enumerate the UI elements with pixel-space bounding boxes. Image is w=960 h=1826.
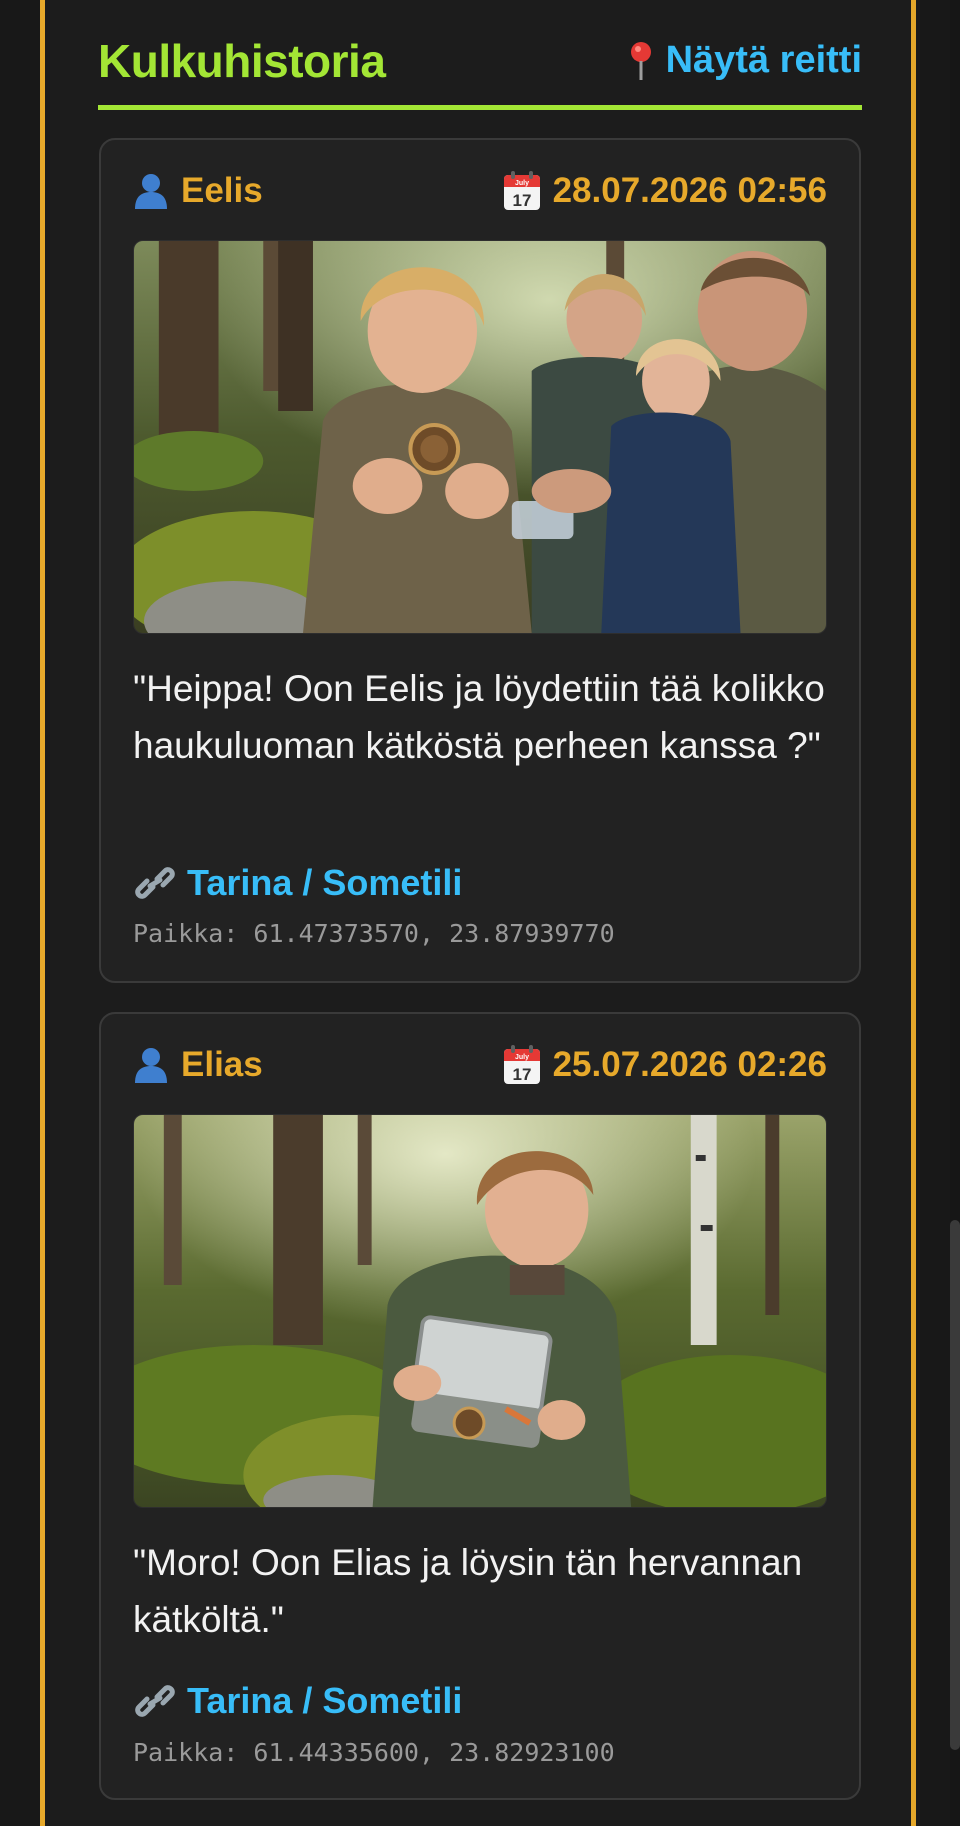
entry-quote: "Moro! Oon Elias ja löysin tän hervannan… bbox=[133, 1542, 803, 1640]
history-entry-card: Elias July 17 25.07.2026 02:26 "Moro! Oo… bbox=[99, 1012, 861, 1800]
entry-date: July 17 28.07.2026 02:56 bbox=[503, 171, 827, 211]
history-header: Kulkuhistoria Näytä reitti bbox=[98, 30, 862, 110]
show-route-label: Näytä reitti bbox=[665, 39, 862, 81]
entry-location: Paikka: 61.44335600, 23.82923100 bbox=[133, 1738, 615, 1767]
story-link-label: Tarina / Sometili bbox=[187, 1680, 463, 1721]
scrollbar-thumb[interactable] bbox=[950, 1220, 960, 1750]
user-icon bbox=[135, 174, 167, 209]
svg-text:July: July bbox=[515, 1054, 529, 1061]
link-icon bbox=[135, 1685, 175, 1717]
entry-photo bbox=[133, 240, 827, 634]
entry-quote: "Heippa! Oon Eelis ja löydettiin tää kol… bbox=[133, 668, 825, 766]
entry-user: Eelis bbox=[133, 171, 263, 211]
svg-text:July: July bbox=[515, 180, 529, 187]
page: Kulkuhistoria Näytä reitti Eelis July 17… bbox=[0, 0, 960, 1826]
link-icon bbox=[135, 867, 175, 899]
left-margin bbox=[0, 0, 40, 1826]
page-title: Kulkuhistoria bbox=[98, 34, 386, 87]
map-pin-icon bbox=[630, 41, 651, 80]
story-link[interactable]: Tarina / Sometili bbox=[133, 1680, 462, 1722]
scrollbar[interactable] bbox=[950, 0, 960, 1826]
entry-date-text: 28.07.2026 02:56 bbox=[552, 171, 827, 210]
entry-date: July 17 25.07.2026 02:26 bbox=[503, 1045, 827, 1085]
svg-text:17: 17 bbox=[512, 191, 531, 210]
entry-user-name: Eelis bbox=[181, 171, 263, 210]
entry-header: Elias July 17 25.07.2026 02:26 bbox=[133, 1040, 827, 1090]
entry-user: Elias bbox=[133, 1045, 263, 1085]
show-route-link[interactable]: Näytä reitti bbox=[628, 39, 862, 82]
entry-header: Eelis July 17 28.07.2026 02:56 bbox=[133, 166, 827, 216]
entry-user-name: Elias bbox=[181, 1045, 263, 1084]
history-entry-card: Eelis July 17 28.07.2026 02:56 "Heippa! … bbox=[99, 138, 861, 983]
boy-forest-geocache-tin-photo bbox=[134, 1115, 826, 1507]
calendar-icon: July 17 bbox=[503, 171, 540, 210]
story-link-label: Tarina / Sometili bbox=[187, 862, 463, 903]
entry-location: Paikka: 61.47373570, 23.87939770 bbox=[133, 919, 615, 948]
family-forest-geocoin-photo bbox=[134, 241, 826, 633]
calendar-icon: July 17 bbox=[503, 1045, 540, 1084]
story-link[interactable]: Tarina / Sometili bbox=[133, 862, 462, 904]
user-icon bbox=[135, 1048, 167, 1083]
entry-photo bbox=[133, 1114, 827, 1508]
entry-date-text: 25.07.2026 02:26 bbox=[552, 1045, 827, 1084]
svg-text:17: 17 bbox=[512, 1065, 531, 1084]
